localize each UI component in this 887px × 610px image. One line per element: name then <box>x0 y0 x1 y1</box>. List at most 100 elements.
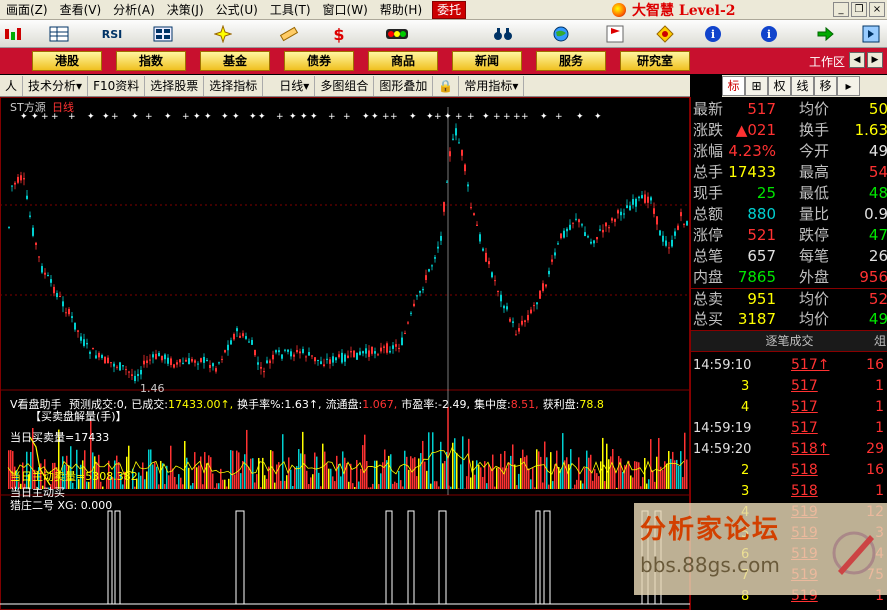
screen-grid-icon[interactable] <box>150 24 176 44</box>
ruler-icon[interactable] <box>276 24 302 44</box>
candle-body <box>53 286 55 294</box>
volume-bar <box>218 483 220 489</box>
menu-view[interactable]: 查看(V) <box>54 0 108 20</box>
select-indicator-button[interactable]: 选择指标 <box>204 75 264 96</box>
menu-tools[interactable]: 工具(T) <box>264 0 317 20</box>
fund-button[interactable]: 基金 <box>200 51 270 71</box>
info-circle-icon[interactable]: i <box>700 24 726 44</box>
restore-icon[interactable]: ❐ <box>851 2 867 17</box>
report-grid-icon[interactable] <box>46 24 72 44</box>
candle-body <box>497 290 499 292</box>
kline-chart-icon[interactable] <box>0 24 26 44</box>
quote-tabs: 标 ⊞ 权 线 移 ▸ <box>722 75 887 97</box>
candle-body <box>368 350 370 357</box>
dollar-button[interactable]: $ <box>326 24 352 44</box>
tab-rights[interactable]: 权 <box>768 76 791 96</box>
tick-row[interactable]: 4 517 1 <box>691 397 887 418</box>
menu-formula[interactable]: 公式(U) <box>210 0 264 20</box>
quote-value-2: 49 <box>868 142 887 160</box>
diamond-icon[interactable] <box>652 24 678 44</box>
volume-bar <box>468 438 470 489</box>
rsi-button[interactable]: RSI <box>96 24 128 44</box>
globe-icon[interactable] <box>548 24 574 44</box>
scroll-right-icon[interactable]: ▶ <box>867 52 883 68</box>
tab-line[interactable]: 线 <box>791 76 814 96</box>
close-icon[interactable]: × <box>869 2 885 17</box>
volume-bar <box>582 483 584 489</box>
binoculars-icon[interactable] <box>490 24 516 44</box>
volume-bar <box>546 457 548 489</box>
common-indicator-dropdown[interactable]: 常用指标▾ <box>459 75 525 96</box>
candle-body <box>557 243 559 245</box>
multi-chart-button[interactable]: 多图组合 <box>315 75 375 96</box>
news-button[interactable]: 新闻 <box>452 51 522 71</box>
chart-area[interactable]: ✦ ✦ + + + ✦ ✦ + ✦ + ✦ + ✦ ✦ ✦ ✦ ✦ ✦ + ✦ ✦ ✦ + + ✦ ✦ + + ✦ ✦ + ✦ + + ✦ + + + + ✦… <box>0 97 690 610</box>
bond-button[interactable]: 债券 <box>284 51 354 71</box>
tick-row[interactable]: 14:59:10 517↑ 16 <box>691 355 887 376</box>
tick-row[interactable]: 14:59:19 517 1 <box>691 418 887 439</box>
quote-label-2: 换手 <box>799 121 830 139</box>
index-button[interactable]: 指数 <box>116 51 186 71</box>
quote-label-2: 均价 <box>799 310 830 328</box>
exit-icon[interactable] <box>858 24 884 44</box>
candle-body <box>104 356 106 364</box>
crosshair-icon[interactable] <box>210 24 236 44</box>
candle-body <box>644 194 646 203</box>
minimize-icon[interactable]: _ <box>833 2 849 17</box>
tick-row[interactable]: 2 518 16 <box>691 460 887 481</box>
candle-body <box>191 358 193 362</box>
chart-canvas[interactable]: ✦ ✦ + + + ✦ ✦ + ✦ + ✦ + ✦ ✦ ✦ ✦ ✦ ✦ + ✦ ✦ ✦ + + ✦ ✦ + + ✦ ✦ + ✦ + + ✦ + + + + ✦… <box>0 97 690 610</box>
volume-bar <box>508 461 510 489</box>
tech-analysis-dropdown[interactable]: 技术分析▾ <box>23 75 89 96</box>
info-circle-icon-2[interactable]: i <box>756 24 782 44</box>
volume-bar <box>144 479 146 489</box>
f10-info-button[interactable]: F10资料 <box>88 75 146 96</box>
commodity-button[interactable]: 商品 <box>368 51 438 71</box>
candle-body <box>590 241 592 244</box>
signal-pulse <box>235 510 245 604</box>
research-button[interactable]: 研究室 <box>620 51 690 71</box>
candle-body <box>329 359 331 364</box>
volume-bar <box>634 461 636 489</box>
tab-grid[interactable]: ⊞ <box>745 76 768 96</box>
traffic-light-icon[interactable] <box>384 24 410 44</box>
tab-move[interactable]: 移 <box>814 76 837 96</box>
volume-bar <box>196 467 198 489</box>
tick-row[interactable]: 3 517 1 <box>691 376 887 397</box>
volume-bar <box>550 452 552 489</box>
service-button[interactable]: 服务 <box>536 51 606 71</box>
candle-body <box>554 252 556 256</box>
menu-analysis[interactable]: 分析(A) <box>107 0 161 20</box>
workarea-label[interactable]: 工作区 <box>809 53 845 70</box>
menu-help[interactable]: 帮助(H) <box>374 0 428 20</box>
hk-stocks-button[interactable]: 港股 <box>32 51 102 71</box>
select-stock-button[interactable]: 选择股票 <box>145 75 205 96</box>
candle-body <box>212 363 214 367</box>
overlay-button[interactable]: 图形叠加 <box>374 75 434 96</box>
volume-bar <box>528 468 530 489</box>
forward-arrow-icon[interactable] <box>812 24 838 44</box>
candle-body <box>8 226 10 228</box>
tick-row[interactable]: 3 518 1 <box>691 481 887 502</box>
quote-row: 总笔 657 每笔 26 <box>691 246 887 267</box>
tab-more[interactable]: ▸ <box>837 76 860 96</box>
lock-icon[interactable]: 🔒 <box>433 75 460 96</box>
candle-body <box>632 199 634 205</box>
volume-bar <box>232 450 234 489</box>
volume-bar <box>394 481 396 489</box>
low-price-label: 1.46 <box>140 382 165 395</box>
volume-bar <box>160 460 162 489</box>
volume-bar <box>664 461 666 489</box>
menu-window[interactable]: 窗口(W) <box>317 0 374 20</box>
tick-row[interactable]: 14:59:20 518↑ 29 <box>691 439 887 460</box>
candle-body <box>35 242 37 245</box>
tab-mark[interactable]: 标 <box>722 76 745 96</box>
scroll-left-icon[interactable]: ◀ <box>849 52 865 68</box>
menu-screen[interactable]: 画面(Z) <box>0 0 54 20</box>
funcbar-person[interactable]: 人 <box>0 75 24 96</box>
flag-icon[interactable] <box>602 24 628 44</box>
menu-trade-button[interactable]: 委托 <box>432 0 467 19</box>
volume-bar <box>496 467 498 489</box>
menu-decision[interactable]: 决策(J) <box>161 0 210 20</box>
period-dropdown[interactable]: 日线▾ <box>263 75 316 96</box>
